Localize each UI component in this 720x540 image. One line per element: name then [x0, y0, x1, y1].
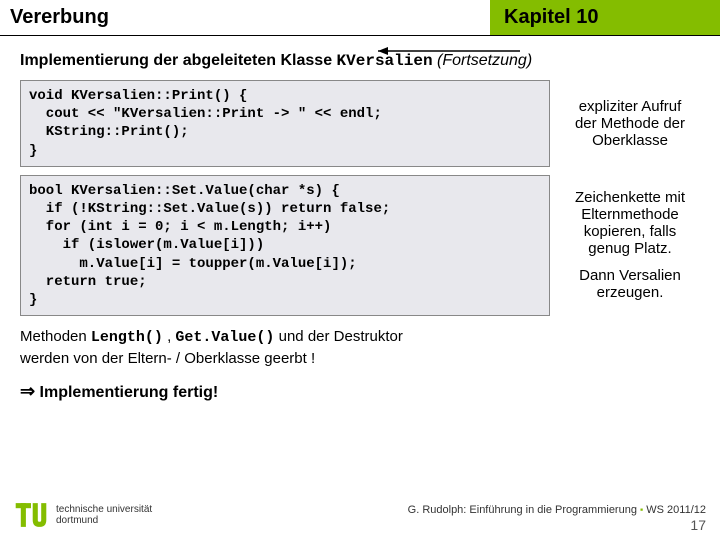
slide-header: Vererbung Kapitel 10	[0, 0, 720, 36]
code-block-2-row: bool KVersalien::Set.Value(char *s) { if…	[20, 175, 700, 316]
university-logo: technische universität dortmund	[14, 498, 152, 532]
header-topic: Vererbung	[0, 0, 490, 35]
methods-text-c: werden von der Eltern- / Oberklasse geer…	[20, 350, 315, 367]
tu-logo-icon	[14, 498, 48, 532]
annotation-2: Zeichenkette mit Elternmethode kopieren,…	[550, 175, 700, 316]
method-length: Length()	[91, 329, 163, 346]
slide-footer: G. Rudolph: Einführung in die Programmie…	[408, 504, 706, 534]
methods-sep: ,	[163, 328, 176, 345]
arrow-icon	[378, 46, 520, 56]
footer-semester: WS 2011/12	[643, 504, 706, 516]
footer-author: G. Rudolph: Einführung in die Programmie…	[408, 504, 640, 516]
method-getvalue: Get.Value()	[175, 329, 274, 346]
subtitle-text: Implementierung der abgeleiteten Klasse	[20, 52, 337, 69]
annotation-2b-text: Dann Versalien erzeugen.	[566, 267, 694, 301]
code-block-2: bool KVersalien::Set.Value(char *s) { if…	[20, 175, 550, 316]
university-name-line1: technische universität	[56, 504, 152, 515]
code-block-1-row: void KVersalien::Print() { cout << "KVer…	[20, 80, 700, 167]
annotation-2a-text: Zeichenkette mit Elternmethode kopieren,…	[566, 189, 694, 257]
annotation-1-text: expliziter Aufruf der Methode der Oberkl…	[566, 98, 694, 149]
methods-text-b: und der Destruktor	[274, 328, 402, 345]
header-chapter: Kapitel 10	[490, 0, 720, 35]
methods-note: Methoden Length() , Get.Value() und der …	[20, 326, 700, 369]
implementation-done: ⇒ Implementierung fertig!	[20, 381, 700, 402]
university-name: technische universität dortmund	[56, 504, 152, 526]
slide-subtitle: Implementierung der abgeleiteten Klasse …	[20, 52, 700, 70]
page-number: 17	[690, 517, 706, 533]
university-name-line2: dortmund	[56, 515, 152, 526]
annotation-1: expliziter Aufruf der Methode der Oberkl…	[550, 80, 700, 167]
methods-text-a: Methoden	[20, 328, 91, 345]
implementation-done-text: Implementierung fertig!	[35, 384, 218, 401]
double-arrow-icon: ⇒	[20, 381, 35, 401]
code-block-1: void KVersalien::Print() { cout << "KVer…	[20, 80, 550, 167]
slide-content: Implementierung der abgeleiteten Klasse …	[0, 36, 720, 402]
